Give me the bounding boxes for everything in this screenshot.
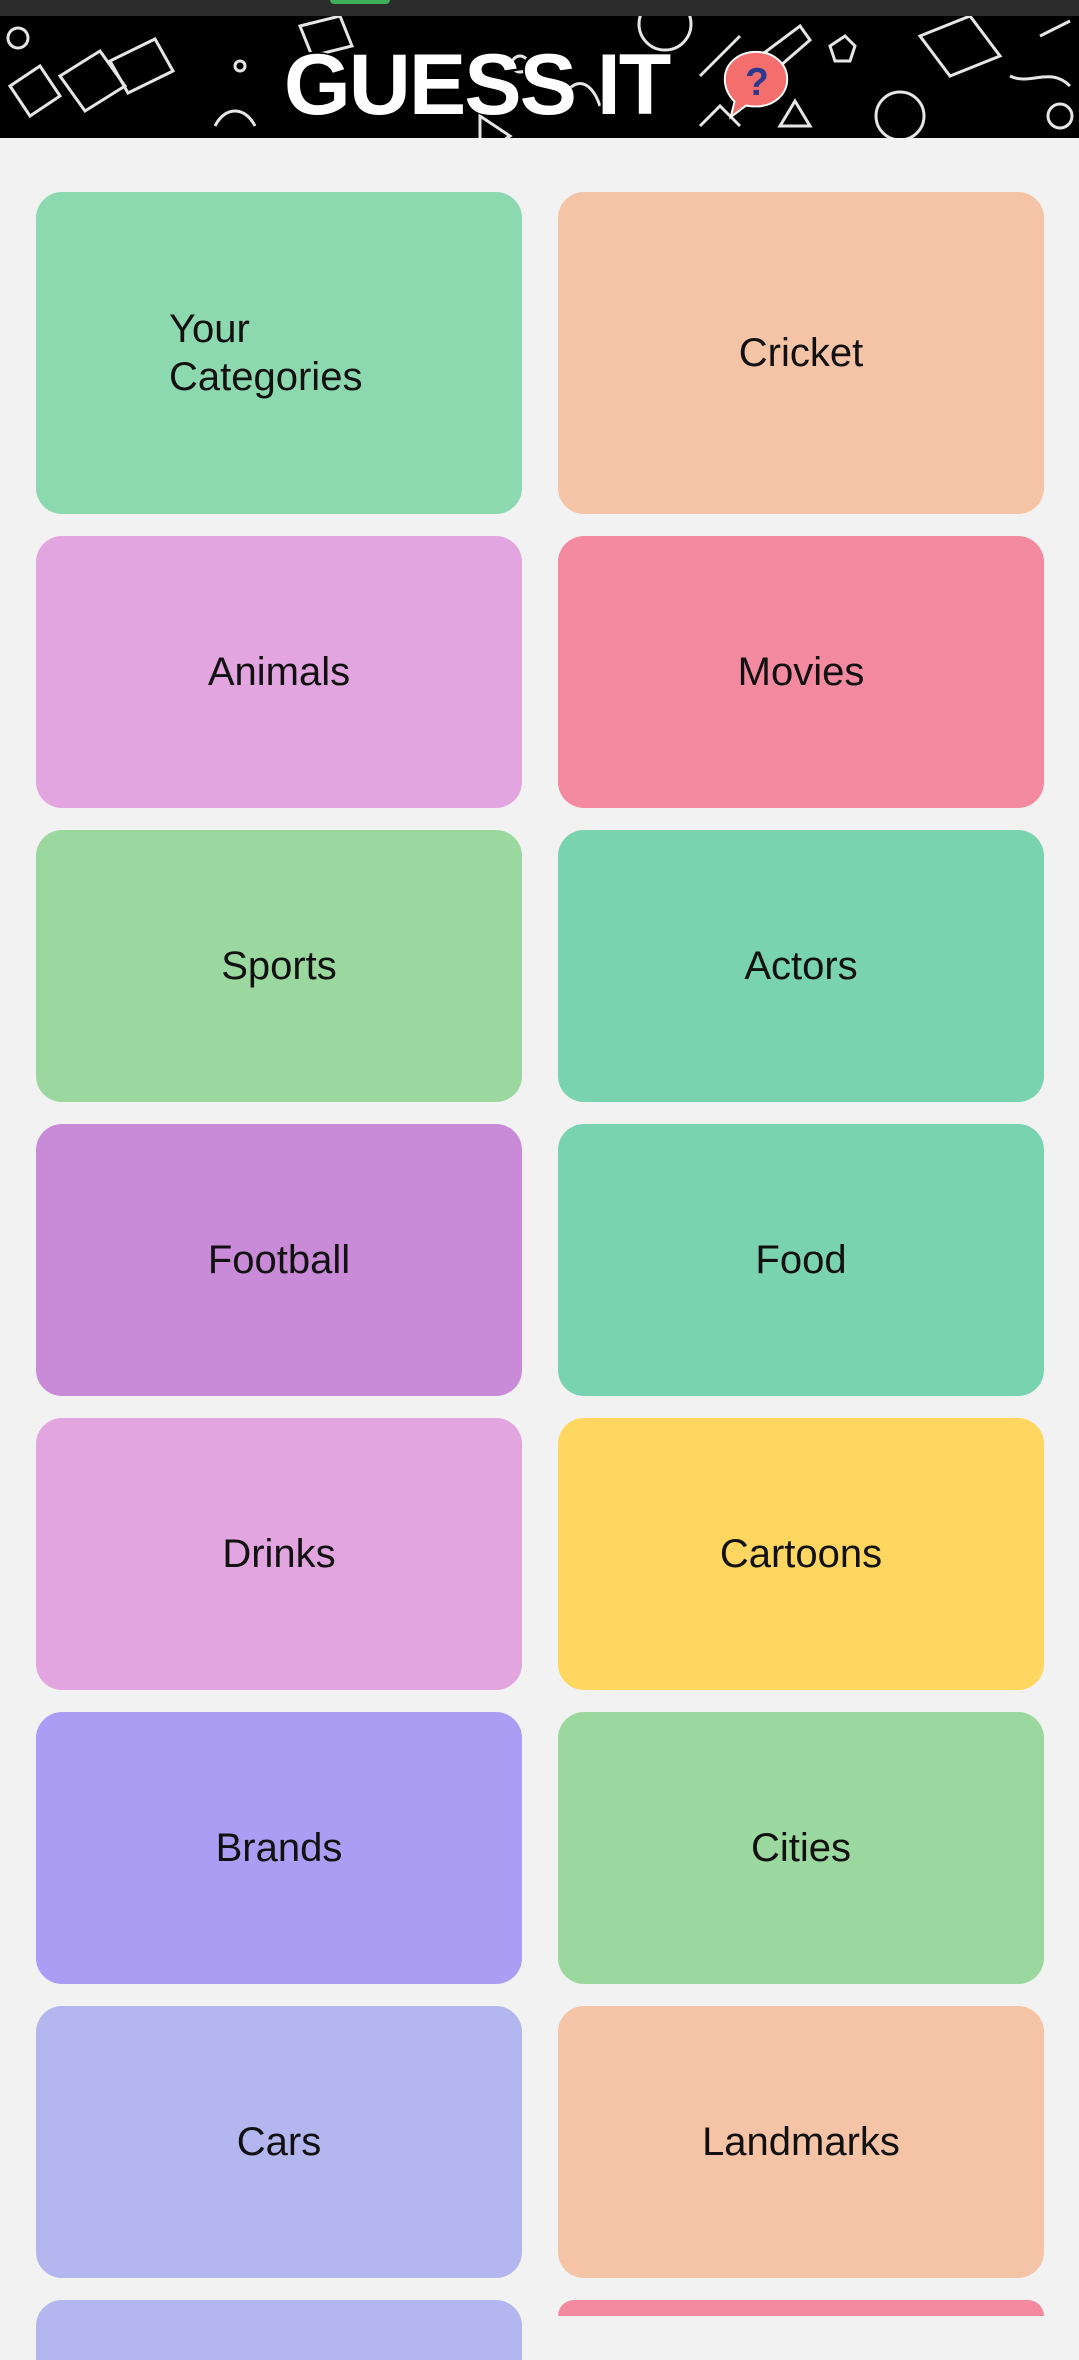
status-bar [0, 0, 1079, 16]
category-tile-actors[interactable]: Actors [558, 830, 1044, 1102]
app-title-text: GUESS IT [283, 37, 671, 134]
category-tile-partial-left[interactable] [36, 2300, 522, 2360]
question-bubble-icon: ? [723, 51, 789, 120]
category-label: Movies [737, 650, 865, 694]
category-tile-landmarks[interactable]: Landmarks [558, 2006, 1044, 2278]
app-title: GUESS IT ? [0, 34, 1079, 130]
category-label: Sports [221, 944, 337, 988]
category-label: Your Categories [169, 307, 363, 399]
category-label: Animals [207, 650, 351, 694]
category-tile-cities[interactable]: Cities [558, 1712, 1044, 1984]
category-tile-cartoons[interactable]: Cartoons [558, 1418, 1044, 1690]
category-tile-drinks[interactable]: Drinks [36, 1418, 522, 1690]
category-tile-cars[interactable]: Cars [36, 2006, 522, 2278]
category-label: Cars [236, 2120, 322, 2164]
category-tile-animals[interactable]: Animals [36, 536, 522, 808]
category-tile-sports[interactable]: Sports [36, 830, 522, 1102]
category-label: Food [755, 1238, 847, 1282]
svg-text:?: ? [745, 61, 767, 104]
category-label: Cartoons [719, 1532, 883, 1576]
category-label: Cities [750, 1826, 852, 1870]
category-tile-brands[interactable]: Brands [36, 1712, 522, 1984]
category-label: Football [207, 1238, 351, 1282]
category-label: Cricket [738, 331, 864, 375]
category-label: Brands [215, 1826, 343, 1870]
category-label: Drinks [222, 1532, 336, 1576]
category-label: Landmarks [702, 2120, 900, 2164]
category-tile-partial-right[interactable] [558, 2300, 1044, 2316]
category-tile-movies[interactable]: Movies [558, 536, 1044, 808]
category-tile-food[interactable]: Food [558, 1124, 1044, 1396]
category-tile-football[interactable]: Football [36, 1124, 522, 1396]
category-tile-your-categories[interactable]: Your Categories [36, 192, 522, 514]
category-tile-cricket[interactable]: Cricket [558, 192, 1044, 514]
category-label: Actors [744, 944, 858, 988]
status-indicator [330, 0, 390, 4]
header-banner: GUESS IT ? [0, 16, 1079, 138]
